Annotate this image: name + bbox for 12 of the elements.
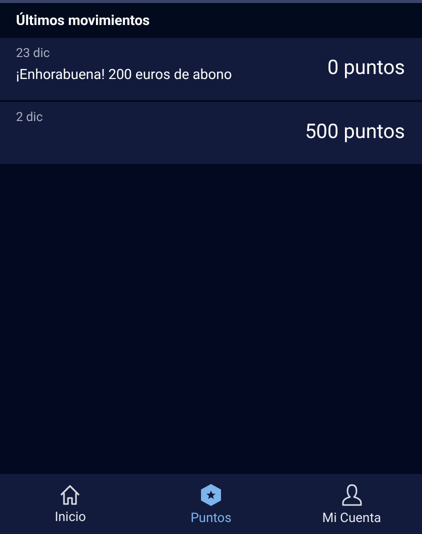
points-amount: 500 puntos	[304, 119, 405, 143]
nav-tab[interactable]: Mi Cuenta	[281, 474, 422, 534]
home-icon	[59, 484, 82, 506]
person-icon	[340, 482, 364, 506]
star-hexagon-icon	[200, 482, 222, 506]
movement-date: 2 dic	[16, 110, 43, 125]
points-amount: 0 puntos	[327, 55, 405, 79]
nav-tab[interactable]: Inicio	[0, 474, 141, 534]
section-title: Últimos movimientos	[15, 11, 151, 31]
movement-date: 23 dic	[16, 46, 51, 61]
movement-description: ¡Enhorabuena! 200 euros de abono	[16, 67, 232, 83]
nav-tab[interactable]: Puntos	[140, 474, 282, 534]
